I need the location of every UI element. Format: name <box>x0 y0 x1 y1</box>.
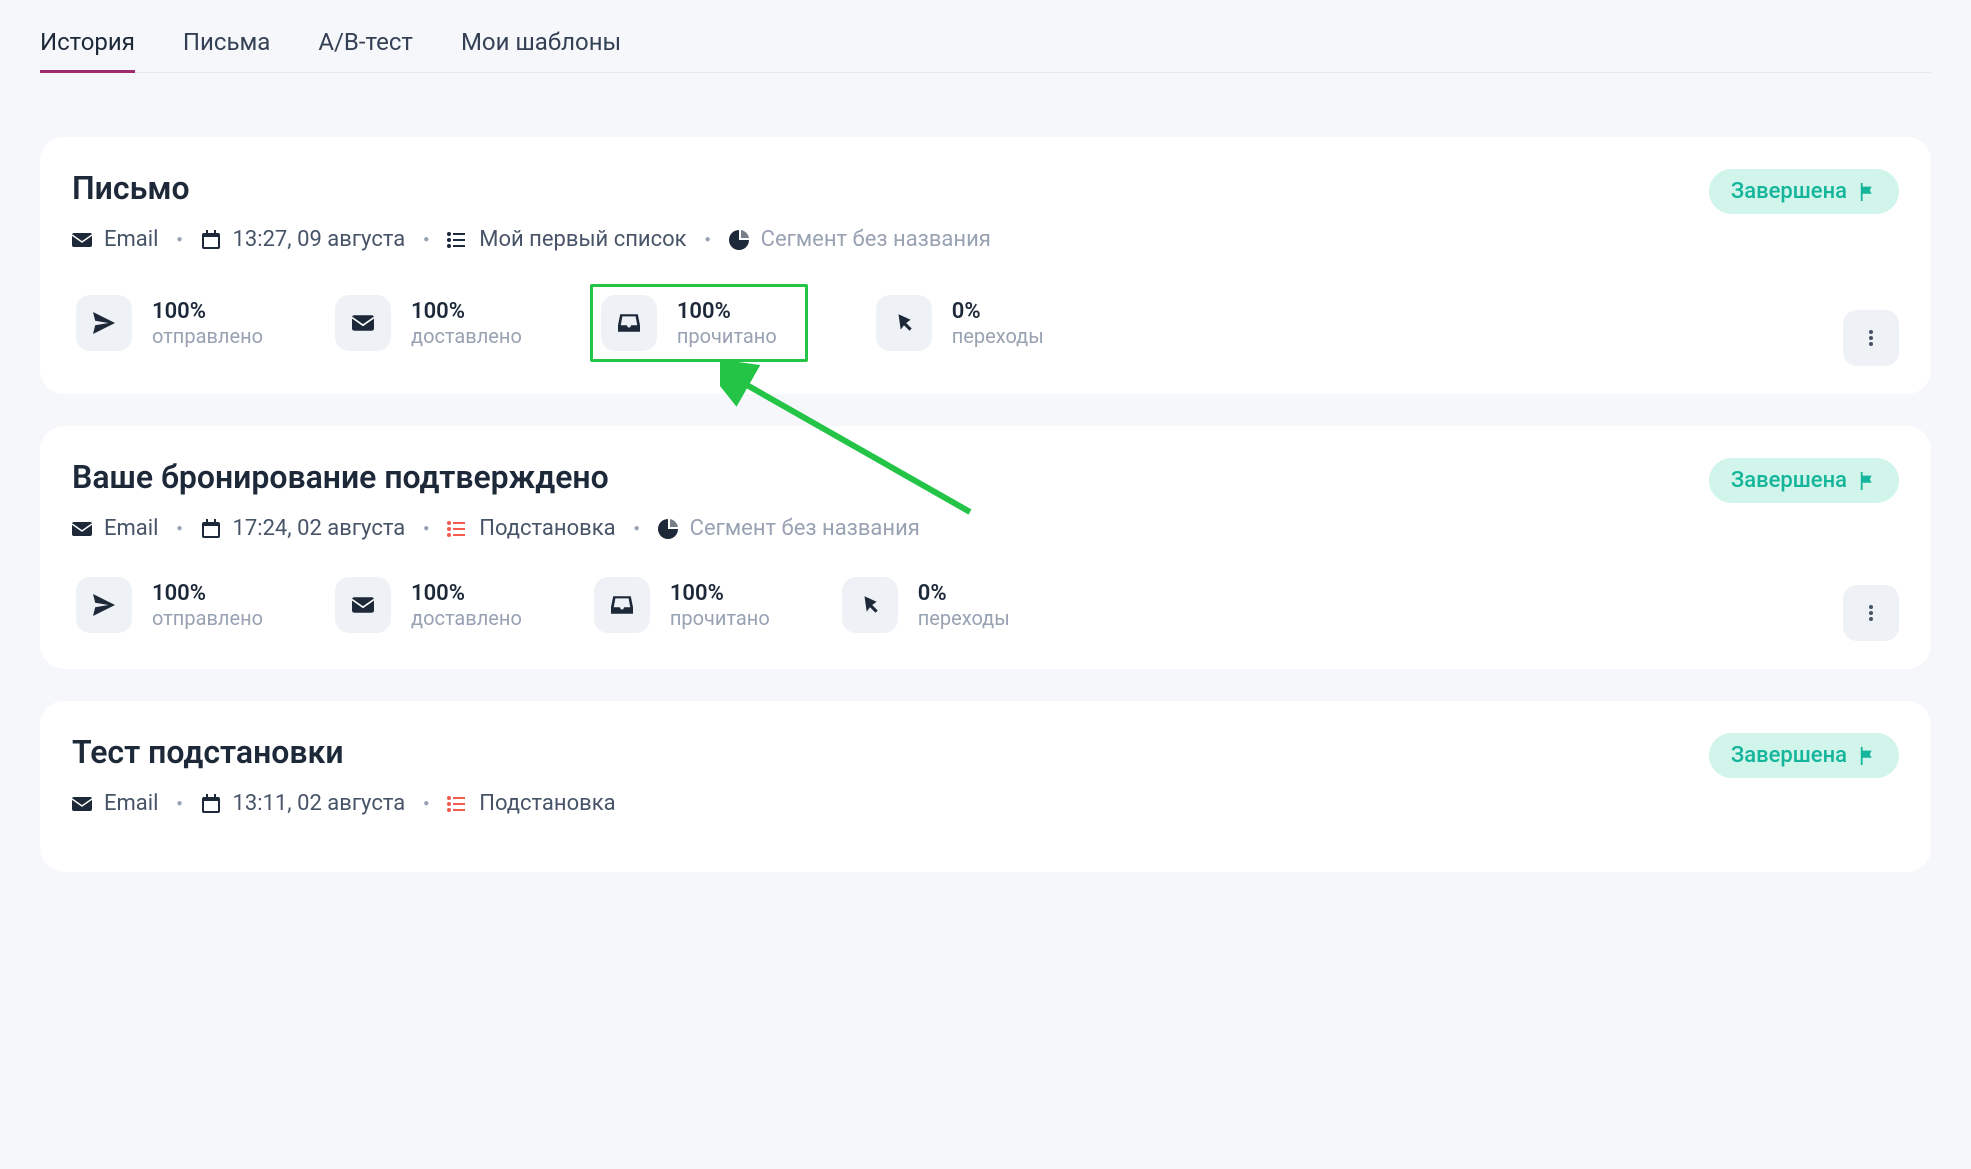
campaign-title: Письмо <box>72 169 991 207</box>
pie-chart-icon <box>658 519 678 539</box>
stat-read-label: прочитано <box>670 606 770 630</box>
stat-sent-label: отправлено <box>152 606 263 630</box>
status-label: Завершена <box>1731 468 1847 493</box>
calendar-icon <box>201 519 221 539</box>
stat-clicks-label: переходы <box>952 324 1044 348</box>
channel-label: Email <box>104 227 158 252</box>
envelope-icon <box>72 519 92 539</box>
status-badge: Завершена <box>1709 169 1899 214</box>
stat-read-value: 100% <box>677 299 777 324</box>
separator-dot: ● <box>628 523 646 534</box>
campaign-meta: Email ● 13:27, 09 августа ● Мой первый с… <box>72 227 991 252</box>
stats-row: 100% отправлено 100% доставлено 100% про… <box>72 284 1899 362</box>
timestamp: 17:24, 02 августа <box>233 516 406 541</box>
status-label: Завершена <box>1731 743 1847 768</box>
list-name: Подстановка <box>479 791 615 816</box>
segment-name: Сегмент без названия <box>690 516 920 541</box>
tab-abtest[interactable]: A/B-тест <box>318 20 413 72</box>
stat-delivered-label: доставлено <box>411 324 522 348</box>
campaign-card[interactable]: Письмо Email ● 13:27, 09 августа ● Мой п… <box>40 137 1931 394</box>
flag-icon <box>1859 747 1877 765</box>
stat-sent-label: отправлено <box>152 324 263 348</box>
separator-dot: ● <box>699 234 717 245</box>
campaign-title: Тест подстановки <box>72 733 616 771</box>
stat-clicks-icon <box>876 295 932 351</box>
tab-templates[interactable]: Мои шаблоны <box>461 20 621 72</box>
channel-label: Email <box>104 791 158 816</box>
stat-sent-value: 100% <box>152 581 263 606</box>
stat-clicks: 0% переходы <box>872 291 1048 355</box>
tabs-nav: История Письма A/B-тест Мои шаблоны <box>40 20 1931 73</box>
status-label: Завершена <box>1731 179 1847 204</box>
stat-delivered-value: 100% <box>411 581 522 606</box>
stat-delivered-label: доставлено <box>411 606 522 630</box>
campaign-list: Письмо Email ● 13:27, 09 августа ● Мой п… <box>40 137 1931 872</box>
status-badge: Завершена <box>1709 458 1899 503</box>
stat-sent: 100% отправлено <box>72 573 267 637</box>
stat-read-icon <box>594 577 650 633</box>
stats-row: 100% отправлено 100% доставлено 100% про… <box>72 573 1899 637</box>
separator-dot: ● <box>417 523 435 534</box>
pie-chart-icon <box>729 230 749 250</box>
campaign-meta: Email ● 13:11, 02 августа ● Подстановка <box>72 791 616 816</box>
list-icon <box>447 230 467 250</box>
stat-sent-icon <box>76 295 132 351</box>
stat-clicks-value: 0% <box>952 299 1044 324</box>
stat-delivered-icon <box>335 577 391 633</box>
list-name: Мой первый список <box>479 227 686 252</box>
timestamp: 13:27, 09 августа <box>233 227 406 252</box>
more-button[interactable] <box>1843 310 1899 366</box>
stat-read: 100% прочитано <box>590 573 774 637</box>
separator-dot: ● <box>170 234 188 245</box>
flag-icon <box>1859 472 1877 490</box>
more-button[interactable] <box>1843 585 1899 641</box>
stat-delivered-value: 100% <box>411 299 522 324</box>
list-name: Подстановка <box>479 516 615 541</box>
calendar-icon <box>201 230 221 250</box>
flag-icon <box>1859 183 1877 201</box>
tab-history[interactable]: История <box>40 20 135 72</box>
stat-read: 100% прочитано <box>590 284 808 362</box>
list-icon <box>447 519 467 539</box>
stat-sent-value: 100% <box>152 299 263 324</box>
stat-clicks: 0% переходы <box>838 573 1014 637</box>
stat-delivered: 100% доставлено <box>331 573 526 637</box>
stat-clicks-label: переходы <box>918 606 1010 630</box>
campaign-meta: Email ● 17:24, 02 августа ● Подстановка … <box>72 516 920 541</box>
campaign-card[interactable]: Тест подстановки Email ● 13:11, 02 авгус… <box>40 701 1931 872</box>
calendar-icon <box>201 794 221 814</box>
timestamp: 13:11, 02 августа <box>233 791 406 816</box>
segment-name: Сегмент без названия <box>761 227 991 252</box>
tab-letters[interactable]: Письма <box>183 20 270 72</box>
campaign-card[interactable]: Ваше бронирование подтверждено Email ● 1… <box>40 426 1931 669</box>
envelope-icon <box>72 794 92 814</box>
list-icon <box>447 794 467 814</box>
separator-dot: ● <box>417 798 435 809</box>
channel-label: Email <box>104 516 158 541</box>
stat-clicks-icon <box>842 577 898 633</box>
separator-dot: ● <box>170 798 188 809</box>
stat-delivered: 100% доставлено <box>331 291 526 355</box>
envelope-icon <box>72 230 92 250</box>
stat-read-label: прочитано <box>677 324 777 348</box>
stat-clicks-value: 0% <box>918 581 1010 606</box>
separator-dot: ● <box>417 234 435 245</box>
stat-delivered-icon <box>335 295 391 351</box>
stat-sent: 100% отправлено <box>72 291 267 355</box>
status-badge: Завершена <box>1709 733 1899 778</box>
separator-dot: ● <box>170 523 188 534</box>
campaign-title: Ваше бронирование подтверждено <box>72 458 920 496</box>
stat-sent-icon <box>76 577 132 633</box>
stat-read-icon <box>601 295 657 351</box>
stat-read-value: 100% <box>670 581 770 606</box>
